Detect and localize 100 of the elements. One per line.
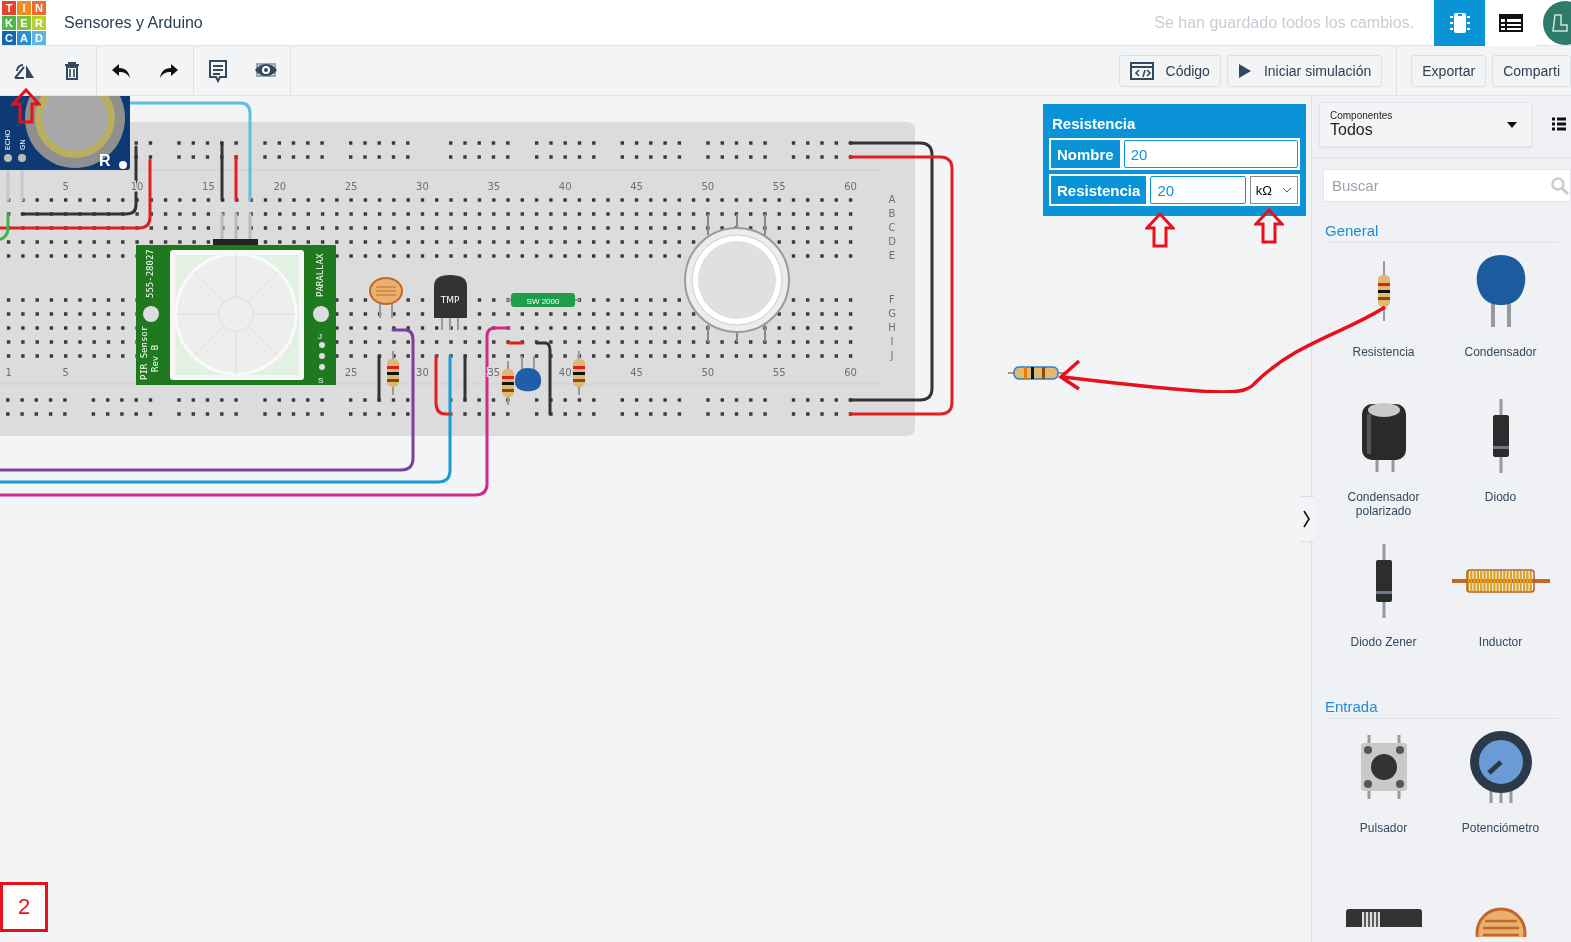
toolbar-action-button[interactable]: Comparti [1492,54,1571,87]
play-icon [1237,62,1252,79]
logo-letter: D [32,30,46,45]
component-label: J [318,332,322,341]
pushbutton-icon[interactable] [1358,735,1409,799]
table-icon [1498,13,1523,32]
column-number: 50 [701,181,715,192]
column-number: 40 [558,181,572,192]
components-dropdown[interactable]: Componentes Todos [1319,102,1532,147]
row-letter: E [888,250,896,261]
column-number: 25 [344,367,358,378]
component-label: SW 2000 [526,296,560,306]
resistor [1007,366,1065,380]
component-label: 555-28027 [145,249,155,298]
inductor-icon[interactable] [1451,569,1550,593]
component-name: Diodo [1484,490,1517,504]
project-title: Sensores y Arduino [64,13,203,32]
panel-title: Resistencia [1051,114,1137,134]
resistor [387,350,399,396]
step-number: 2 [0,882,48,932]
zener-icon[interactable] [1373,544,1394,618]
column-number: 30 [416,181,429,192]
component-name: Pulsador [1359,821,1408,835]
column-number: 45 [630,181,643,192]
chevron-down-icon [1282,187,1292,193]
chip-icon [1448,10,1471,35]
column-number: 40 [558,367,572,378]
unit-dropdown[interactable]: kΩ [1249,176,1298,204]
column-number: 50 [701,367,715,378]
column-number: 1 [5,367,12,378]
component-label: PARALLAX [315,253,325,297]
photoresistor-icon[interactable] [1474,907,1527,937]
undo-icon [111,62,131,79]
logo-letter: C [2,30,16,45]
component-name: Resistencia [1352,345,1415,359]
diode-icon[interactable] [1490,399,1511,473]
row-letter: D [888,236,896,247]
column-number: 55 [772,181,786,192]
caret-icon [1507,121,1517,128]
row-letter: H [888,322,896,333]
row-letter: G [888,308,896,319]
search-icon [1551,177,1569,195]
toolbar-action-button[interactable]: Exportar [1411,54,1487,87]
column-number: 25 [344,181,358,192]
row-letter: J [890,350,894,361]
redo-icon [159,62,179,79]
logo-letter: E [17,15,31,30]
column-number: 60 [844,181,857,192]
row-letter: C [888,222,896,233]
logo-letter: I [17,0,31,15]
column-number: 55 [772,367,786,378]
slide-switch-icon[interactable] [1345,907,1422,927]
column-number: 20 [273,181,287,192]
potentiometer-icon[interactable] [1468,731,1533,803]
column-number: 5 [62,181,69,192]
chevron-right-icon [1303,510,1311,528]
component-label: S [318,376,324,385]
column-number: 5 [62,367,69,378]
capacitor [515,355,542,392]
toolbar-action-button[interactable]: Iniciar simulación [1226,54,1383,87]
component-label: PIR Sensor [139,325,149,380]
annotation-arrow [11,88,41,124]
column-number: 15 [202,181,215,192]
dropdown-caption: Componentes [1330,110,1393,121]
field-label: Nombre [1051,140,1120,168]
row-letter: A [888,194,896,205]
component-name: Condensador polarizado [1346,490,1421,518]
code-icon [1129,61,1154,80]
list-view-icon[interactable] [1552,116,1566,133]
trash-icon [63,60,81,81]
component-name: Potenciómetro [1461,821,1540,835]
annotation-arrow [1254,208,1284,244]
search-field[interactable]: Buscar [1323,169,1571,202]
component-label: R [99,152,111,169]
section-title: General [1325,222,1559,243]
toolbar-action-button[interactable]: Código [1118,54,1221,87]
component-label: Rev B [150,344,160,372]
temperature-sensor [434,275,467,331]
row-letter: B [888,208,896,219]
resistor [573,350,585,396]
notes-icon [208,58,228,83]
column-number: 30 [416,367,429,378]
photoresistor [369,277,403,319]
value-field[interactable]: 20 [1123,140,1298,168]
logo-letter: R [32,15,46,30]
wire [220,212,252,242]
row-letter: F [889,294,895,305]
column-number: 45 [630,367,643,378]
row-letter: I [890,336,894,347]
dropdown-value: Todos [1330,121,1374,139]
annotation-arrow [1145,212,1175,248]
logo-letter: K [2,15,16,30]
component-label: TMP [440,295,460,305]
column-number: 60 [844,367,857,378]
component-name: Inductor [1478,635,1523,649]
logo-letter: T [2,0,16,15]
avatar-icon[interactable] [1541,0,1571,45]
value-field[interactable]: 20 [1150,176,1246,204]
column-number: 35 [487,181,501,192]
logo-letter: A [17,30,31,45]
